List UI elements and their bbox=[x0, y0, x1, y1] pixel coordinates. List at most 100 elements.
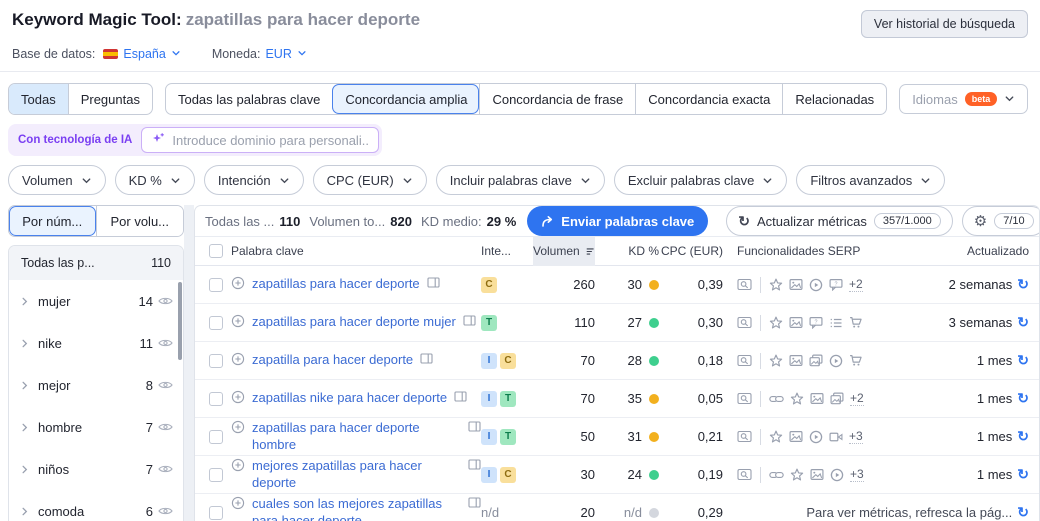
serp-more[interactable]: +2 bbox=[849, 277, 863, 292]
ai-domain-input[interactable] bbox=[172, 132, 369, 148]
refresh-icon[interactable]: ↻ bbox=[1017, 314, 1029, 331]
eye-icon[interactable] bbox=[158, 337, 173, 349]
sidebar-group-item[interactable]: hombre 7 bbox=[9, 406, 183, 448]
chevron-right-icon[interactable] bbox=[19, 422, 30, 433]
groups-all-row[interactable]: Todas las p... 110 bbox=[9, 246, 183, 280]
serp-features: +3 bbox=[723, 428, 899, 445]
column-kd[interactable]: KD % bbox=[595, 244, 659, 258]
tab-relacionadas[interactable]: Relacionadas bbox=[782, 84, 886, 114]
tab-todas[interactable]: Todas bbox=[9, 84, 68, 114]
eye-icon[interactable] bbox=[158, 421, 173, 433]
column-cpc[interactable]: CPC (EUR) bbox=[659, 244, 723, 258]
chevron-down-icon[interactable] bbox=[297, 47, 307, 61]
eye-icon[interactable] bbox=[158, 295, 173, 307]
keyword-link[interactable]: zapatillas nike para hacer deporte bbox=[252, 390, 447, 407]
circle-plus-icon[interactable] bbox=[231, 458, 245, 472]
row-checkbox[interactable] bbox=[209, 505, 223, 520]
circle-plus-icon[interactable] bbox=[231, 496, 245, 510]
kd-dot bbox=[649, 279, 659, 290]
serp-more[interactable]: +3 bbox=[850, 467, 864, 482]
refresh-icon[interactable]: ↻ bbox=[1017, 276, 1029, 293]
database-select[interactable]: España bbox=[123, 47, 165, 61]
serp-more[interactable]: +2 bbox=[850, 391, 864, 406]
keyword-link[interactable]: mejores zapatillas para hacer deporte bbox=[252, 458, 461, 492]
chevron-right-icon[interactable] bbox=[19, 296, 30, 307]
filter-intencion[interactable]: Intención bbox=[203, 165, 304, 195]
sidebar-scrollbar[interactable] bbox=[178, 282, 182, 360]
sidebar-group-item[interactable]: mujer 14 bbox=[9, 280, 183, 322]
serp-preview-icon[interactable] bbox=[427, 276, 440, 289]
row-checkbox[interactable] bbox=[209, 467, 223, 482]
keyword-link[interactable]: zapatilla para hacer deporte bbox=[252, 352, 413, 369]
chevron-right-icon[interactable] bbox=[19, 380, 30, 391]
updated-value: 1 mes bbox=[976, 391, 1013, 406]
chevron-right-icon[interactable] bbox=[19, 506, 30, 517]
keyword-link[interactable]: zapatillas para hacer deporte mujer bbox=[252, 314, 456, 331]
eye-icon[interactable] bbox=[158, 505, 173, 517]
keyword-link[interactable]: zapatillas para hacer deporte bbox=[252, 276, 420, 293]
serp-preview-icon[interactable] bbox=[468, 496, 481, 509]
circle-plus-icon[interactable] bbox=[231, 352, 245, 366]
chevron-right-icon[interactable] bbox=[19, 464, 30, 475]
currency-select[interactable]: EUR bbox=[265, 47, 291, 61]
sidebar-group-item[interactable]: mejor 8 bbox=[9, 364, 183, 406]
idiomas-dropdown[interactable]: Idiomas beta bbox=[899, 84, 1029, 114]
volume-cell: 20 bbox=[580, 505, 595, 520]
row-checkbox[interactable] bbox=[209, 277, 223, 292]
eye-icon[interactable] bbox=[158, 379, 173, 391]
column-volumen[interactable]: Volumen bbox=[533, 236, 595, 266]
refresh-icon[interactable]: ↻ bbox=[1017, 466, 1029, 483]
sidebar-group-item[interactable]: nike 11 bbox=[9, 322, 183, 364]
refresh-icon[interactable]: ↻ bbox=[1017, 504, 1029, 521]
serp-preview-icon[interactable] bbox=[468, 458, 481, 471]
circle-plus-icon[interactable] bbox=[231, 276, 245, 290]
sidebar-group-item[interactable]: niños 7 bbox=[9, 448, 183, 490]
row-checkbox[interactable] bbox=[209, 353, 223, 368]
sidebar-group-item[interactable]: comoda 6 bbox=[9, 490, 183, 521]
row-checkbox[interactable] bbox=[209, 429, 223, 444]
serp-more[interactable]: +3 bbox=[849, 429, 863, 444]
intent-cell: IT bbox=[481, 428, 533, 445]
update-metrics-button[interactable]: ↻ Actualizar métricas 357/1.000 bbox=[726, 206, 953, 236]
serp-preview-icon[interactable] bbox=[420, 352, 433, 365]
row-checkbox[interactable] bbox=[209, 315, 223, 330]
filter-volumen[interactable]: Volumen bbox=[8, 165, 106, 195]
tab-group-match: Todas las palabras clave Concordancia am… bbox=[164, 83, 888, 115]
sort-by-number-button[interactable]: Por núm... bbox=[9, 206, 96, 236]
filter-excluir[interactable]: Excluir palabras clave bbox=[613, 165, 788, 195]
keyword-link[interactable]: zapatillas para hacer deporte hombre bbox=[252, 420, 461, 454]
tab-todas-las-palabras-clave[interactable]: Todas las palabras clave bbox=[166, 84, 332, 114]
keyword-link[interactable]: cuales son las mejores zapatillas para h… bbox=[252, 496, 461, 521]
tab-concordancia-de-frase[interactable]: Concordancia de frase bbox=[479, 84, 635, 114]
filter-incluir[interactable]: Incluir palabras clave bbox=[435, 165, 605, 195]
serp-preview-icon[interactable] bbox=[454, 390, 467, 403]
view-history-button[interactable]: Ver historial de búsqueda bbox=[860, 10, 1028, 38]
filter-avanzados[interactable]: Filtros avanzados bbox=[796, 165, 946, 195]
refresh-icon[interactable]: ↻ bbox=[1017, 428, 1029, 445]
filter-kd[interactable]: KD % bbox=[114, 165, 195, 195]
row-checkbox[interactable] bbox=[209, 391, 223, 406]
columns-settings-button[interactable]: ⚙ 7/10 bbox=[961, 206, 1039, 236]
kd-cell: 35 bbox=[595, 391, 659, 406]
eye-icon[interactable] bbox=[158, 463, 173, 475]
select-all-checkbox[interactable] bbox=[209, 244, 223, 258]
circle-plus-icon[interactable] bbox=[231, 390, 245, 404]
send-keywords-button[interactable]: Enviar palabras clave bbox=[527, 206, 709, 236]
chevron-down-icon[interactable] bbox=[171, 47, 181, 61]
cpc-cell: 0,39 bbox=[697, 277, 723, 292]
serp-preview-icon[interactable] bbox=[463, 314, 476, 327]
tab-concordancia-amplia[interactable]: Concordancia amplia bbox=[332, 84, 480, 114]
sort-by-volume-button[interactable]: Por volu... bbox=[95, 206, 183, 236]
tab-preguntas[interactable]: Preguntas bbox=[67, 84, 152, 114]
filters-row: Volumen KD % Intención CPC (EUR) Incluir… bbox=[8, 165, 1028, 195]
refresh-icon[interactable]: ↻ bbox=[1017, 352, 1029, 369]
refresh-icon[interactable]: ↻ bbox=[1017, 390, 1029, 407]
circle-plus-icon[interactable] bbox=[231, 420, 245, 434]
table-header: Palabra clave Inte... Volumen KD % CPC (… bbox=[195, 236, 1039, 266]
cpc-cell: 0,29 bbox=[697, 505, 723, 520]
chevron-right-icon[interactable] bbox=[19, 338, 30, 349]
filter-cpc[interactable]: CPC (EUR) bbox=[312, 165, 427, 195]
tab-concordancia-exacta[interactable]: Concordancia exacta bbox=[635, 84, 782, 114]
circle-plus-icon[interactable] bbox=[231, 314, 245, 328]
serp-preview-icon[interactable] bbox=[468, 420, 481, 433]
